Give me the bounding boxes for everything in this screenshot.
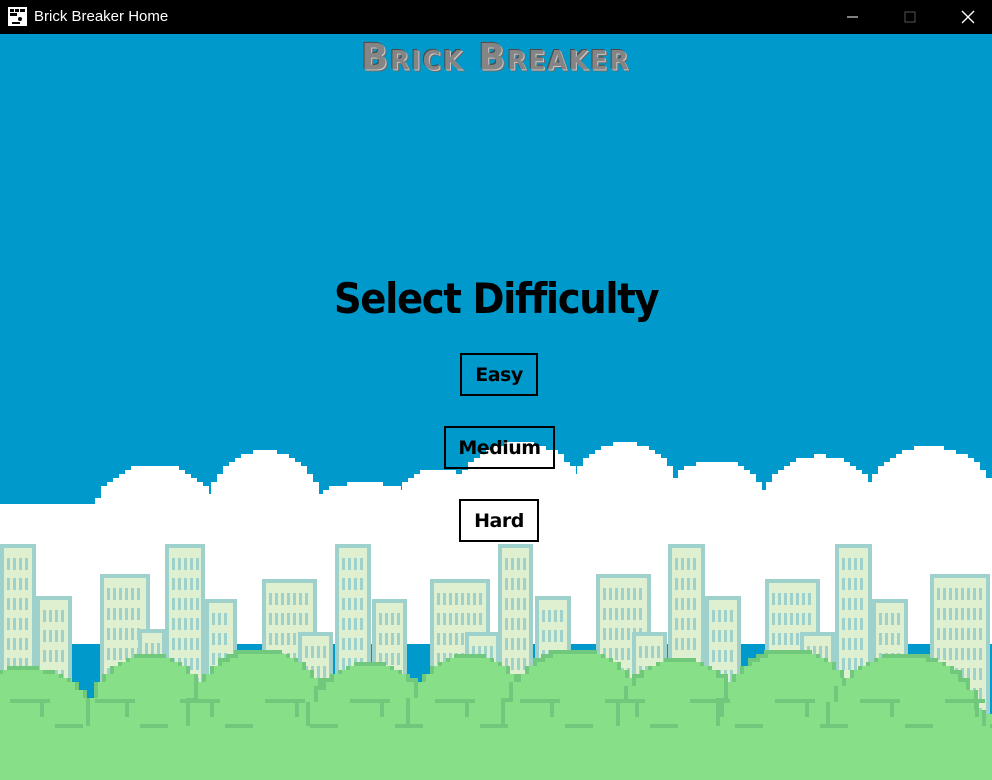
minimize-button[interactable] [830, 0, 876, 34]
maximize-button[interactable] [887, 0, 933, 34]
game-logo: Brick Breaker [361, 37, 631, 79]
pixel-city-background [0, 34, 992, 780]
close-icon [961, 10, 975, 24]
app-window: Brick Breaker Home Brick Breaker Select … [0, 0, 992, 780]
app-icon [8, 7, 27, 26]
hard-button[interactable]: Hard [459, 499, 539, 542]
game-scene: Brick Breaker Select Difficulty Easy Med… [0, 34, 992, 780]
easy-button[interactable]: Easy [460, 353, 538, 396]
select-difficulty-heading: Select Difficulty [333, 274, 660, 323]
title-bar[interactable]: Brick Breaker Home [0, 0, 992, 34]
close-button[interactable] [945, 0, 991, 34]
window-title: Brick Breaker Home [34, 8, 169, 25]
medium-button[interactable]: Medium [444, 426, 555, 469]
minimize-icon [847, 16, 858, 18]
maximize-icon [904, 11, 916, 23]
